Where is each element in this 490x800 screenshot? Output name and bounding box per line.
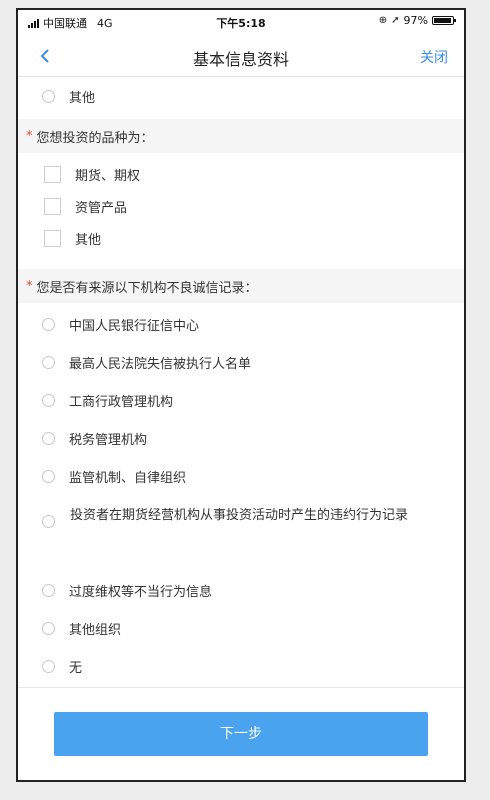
option-label: 最高人民法院失信被执行人名单: [69, 356, 252, 372]
option-label: 无: [69, 660, 83, 676]
radio-icon: [42, 469, 55, 483]
status-right: ⊕ ➚ 97%: [378, 14, 456, 27]
location-icon: ➚: [391, 15, 400, 26]
radio-option-pbc-credit[interactable]: 中国人民银行征信中心: [18, 305, 464, 343]
radio-icon: [42, 621, 55, 635]
radio-option-default-record[interactable]: 投资者在期货经营机构从事投资活动时产生的违约行为记录: [18, 489, 464, 567]
option-label: 税务管理机构: [69, 432, 148, 448]
option-label: 工商行政管理机构: [69, 394, 174, 410]
battery-icon: [432, 16, 456, 25]
question-title: 您是否有来源以下机构不良诚信记录：: [36, 280, 258, 296]
radio-option-other-org[interactable]: 其他组织: [18, 609, 464, 647]
radio-option-court-list[interactable]: 最高人民法院失信被执行人名单: [18, 343, 464, 381]
nav-bar: 基本信息资料 关闭: [18, 34, 464, 77]
radio-icon: [42, 659, 55, 673]
status-bar: 中国联通 4G 下午5:18 ⊕ ➚ 97%: [18, 10, 464, 32]
option-top-other[interactable]: 其他: [18, 77, 464, 115]
close-button[interactable]: 关闭: [420, 47, 448, 67]
checkbox-icon: [44, 229, 61, 247]
footer-bar: 下一步: [18, 687, 464, 780]
radio-option-excessive-rights[interactable]: 过度维权等不当行为信息: [18, 571, 464, 609]
option-label: 资管产品: [75, 200, 128, 216]
radio-icon: [42, 515, 55, 528]
question-integrity-record: * 您是否有来源以下机构不良诚信记录：: [18, 269, 464, 303]
question-investment-type: * 您想投资的品种为：: [18, 119, 464, 153]
page-title: 基本信息资料: [192, 50, 289, 69]
option-label: 期货、期权: [75, 168, 141, 184]
option-label: 监管机制、自律组织: [69, 470, 187, 486]
checkbox-icon: [44, 197, 61, 215]
question-title: 您想投资的品种为：: [36, 130, 154, 146]
option-label: 其他组织: [69, 622, 122, 638]
checkbox-icon: [44, 165, 61, 183]
battery-percent: 97%: [403, 14, 428, 27]
checkbox-option-other[interactable]: 其他: [18, 219, 464, 257]
radio-icon: [42, 393, 55, 407]
phone-frame: 中国联通 4G 下午5:18 ⊕ ➚ 97% 基本信息资料 关闭 其他 * 您想…: [16, 8, 466, 782]
radio-option-tax[interactable]: 税务管理机构: [18, 419, 464, 457]
radio-icon: [42, 431, 55, 445]
required-icon: *: [26, 128, 33, 144]
required-icon: *: [26, 278, 33, 294]
radio-icon: [42, 317, 55, 331]
option-label: 其他: [69, 90, 96, 106]
next-step-button[interactable]: 下一步: [54, 712, 428, 756]
option-label: 中国人民银行征信中心: [69, 318, 200, 334]
radio-icon: [42, 355, 55, 369]
radio-icon: [42, 89, 55, 103]
radio-option-none[interactable]: 无: [18, 647, 464, 685]
radio-option-industry-commerce[interactable]: 工商行政管理机构: [18, 381, 464, 419]
radio-icon: [42, 583, 55, 597]
option-label: 过度维权等不当行为信息: [69, 584, 213, 600]
lock-rotation-icon: ⊕: [378, 15, 388, 26]
option-label: 其他: [75, 232, 102, 248]
option-label: 投资者在期货经营机构从事投资活动时产生的违约行为记录: [70, 508, 409, 523]
